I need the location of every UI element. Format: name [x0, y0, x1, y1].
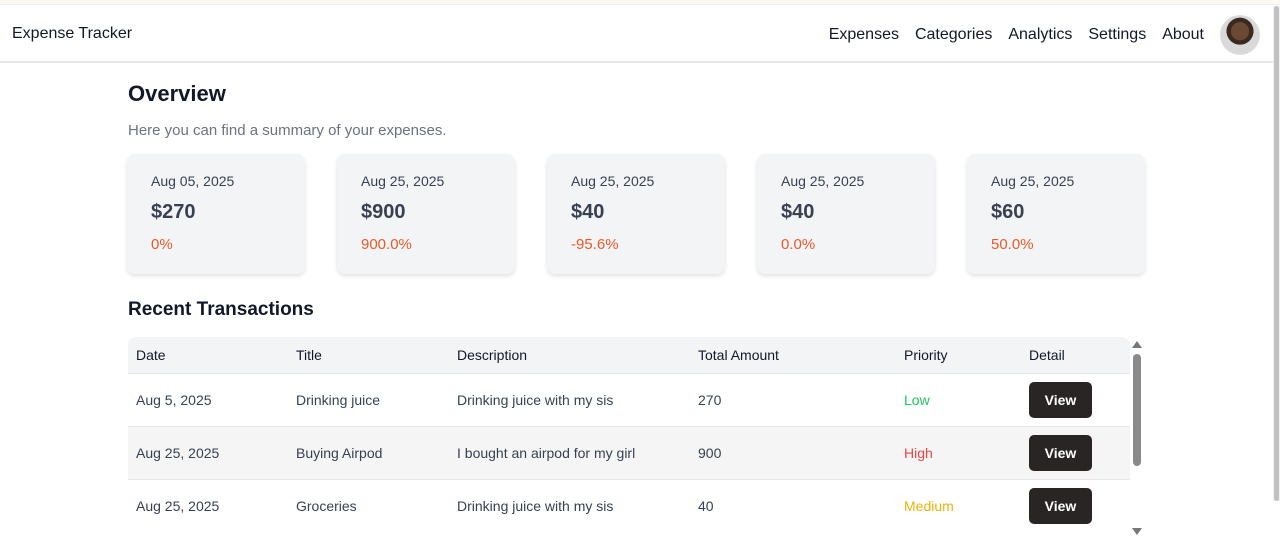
card-amount: $270	[151, 201, 196, 223]
cell-title: Drinking juice	[296, 391, 381, 408]
column-header-priority: Priority	[904, 346, 948, 363]
cell-priority: Low	[904, 391, 930, 408]
view-button[interactable]: View	[1029, 434, 1092, 471]
card-change: 900.0%	[361, 236, 412, 253]
card-date: Aug 25, 2025	[361, 173, 445, 189]
view-button[interactable]: View	[1029, 487, 1092, 524]
view-button[interactable]: View	[1029, 381, 1092, 418]
cell-description: Drinking juice with my sis	[457, 391, 614, 408]
cell-detail: View	[1021, 426, 1130, 479]
cell-amount: 900	[698, 444, 722, 461]
summary-card: Aug 25, 2025 $60 50.0%	[967, 154, 1145, 274]
card-date: Aug 25, 2025	[571, 173, 655, 189]
summary-card: Aug 25, 2025 $40 0.0%	[757, 154, 935, 274]
cell-detail: View	[1021, 373, 1130, 426]
card-date: Aug 25, 2025	[781, 173, 865, 189]
card-change: -95.6%	[571, 236, 619, 253]
summary-cards: Aug 05, 2025 $270 0% Aug 25, 2025 $900 9…	[127, 154, 1145, 274]
cell-title: Groceries	[296, 497, 357, 514]
cell-priority: High	[904, 444, 933, 461]
table-row: Aug 25, 2025 Groceries Drinking juice wi…	[128, 479, 1130, 532]
cell-title: Buying Airpod	[296, 444, 383, 461]
card-amount: $40	[781, 201, 815, 223]
table-row: Aug 5, 2025 Drinking juice Drinking juic…	[128, 373, 1130, 426]
cell-detail: View	[1021, 479, 1130, 532]
page-scrollbar-thumb[interactable]	[1274, 6, 1279, 501]
cell-priority: Medium	[904, 497, 954, 514]
cell-amount: 270	[698, 391, 722, 408]
cell-date: Aug 5, 2025	[136, 391, 212, 408]
main-nav: Expenses Categories Analytics Settings A…	[829, 6, 1280, 63]
card-change: 0%	[151, 236, 173, 253]
table-scrollbar-thumb[interactable]	[1133, 354, 1141, 466]
summary-card: Aug 25, 2025 $900 900.0%	[337, 154, 515, 274]
nav-item-expenses[interactable]: Expenses	[829, 26, 899, 44]
triangle-down-icon[interactable]	[1132, 528, 1142, 535]
page-subtitle: Here you can find a summary of your expe…	[128, 122, 447, 139]
section-title-recent-transactions: Recent Transactions	[128, 299, 314, 320]
card-date: Aug 05, 2025	[151, 173, 235, 189]
transactions-table: Date Title Description Total Amount Prio…	[128, 337, 1130, 532]
page-scrollbar[interactable]	[1273, 6, 1280, 501]
column-header-total-amount: Total Amount	[698, 346, 779, 363]
card-date: Aug 25, 2025	[991, 173, 1075, 189]
summary-card: Aug 05, 2025 $270 0%	[127, 154, 305, 274]
cell-description: I bought an airpod for my girl	[457, 444, 636, 461]
column-header-title: Title	[296, 346, 322, 363]
card-change: 50.0%	[991, 236, 1034, 253]
summary-card: Aug 25, 2025 $40 -95.6%	[547, 154, 725, 274]
card-amount: $40	[571, 201, 605, 223]
card-amount: $900	[361, 201, 406, 223]
nav-item-categories[interactable]: Categories	[915, 26, 992, 44]
card-change: 0.0%	[781, 236, 816, 253]
card-amount: $60	[991, 201, 1025, 223]
nav-item-about[interactable]: About	[1162, 26, 1204, 44]
top-navbar: Expense Tracker Expenses Categories Anal…	[0, 6, 1280, 63]
transactions-table-container: Date Title Description Total Amount Prio…	[128, 337, 1130, 537]
column-header-date: Date	[136, 346, 166, 363]
table-row: Aug 25, 2025 Buying Airpod I bought an a…	[128, 426, 1130, 479]
cell-amount: 40	[698, 497, 714, 514]
cell-description: Drinking juice with my sis	[457, 497, 614, 514]
browser-top-strip	[0, 0, 1280, 5]
column-header-description: Description	[457, 346, 528, 363]
nav-item-settings[interactable]: Settings	[1088, 26, 1146, 44]
avatar[interactable]	[1220, 14, 1260, 55]
table-scrollbar[interactable]	[1131, 337, 1144, 539]
page-title: Overview	[128, 81, 226, 106]
column-header-detail: Detail	[1029, 346, 1065, 363]
cell-date: Aug 25, 2025	[136, 444, 220, 461]
nav-item-analytics[interactable]: Analytics	[1008, 26, 1072, 44]
triangle-up-icon[interactable]	[1132, 341, 1142, 348]
app-title[interactable]: Expense Tracker	[12, 25, 132, 43]
cell-date: Aug 25, 2025	[136, 497, 220, 514]
table-header-row: Date Title Description Total Amount Prio…	[128, 337, 1130, 373]
